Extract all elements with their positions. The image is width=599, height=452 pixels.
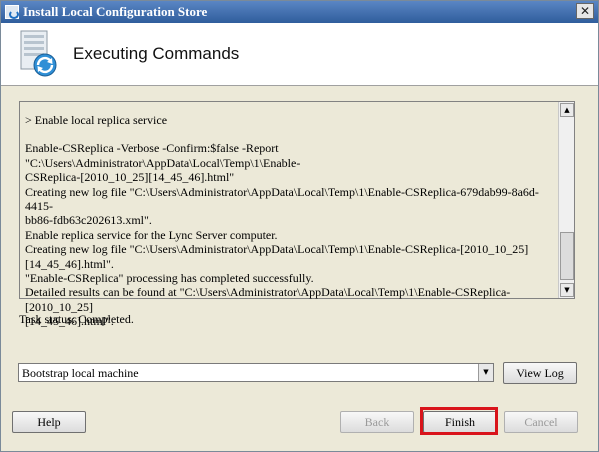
finish-button[interactable]: Finish (423, 411, 497, 433)
view-log-button[interactable]: View Log (503, 362, 577, 384)
log-line: Creating new log file "C:\Users\Administ… (25, 242, 529, 257)
install-local-config-store-window: Install Local Configuration Store ✕ Exec… (0, 0, 599, 452)
app-icon (5, 5, 19, 19)
log-line: Creating new log file "C:\Users\Administ… (25, 184, 539, 214)
scroll-down-button[interactable]: ▼ (560, 283, 574, 297)
help-button[interactable]: Help (12, 411, 86, 433)
log-line-gap (25, 127, 553, 141)
window-title: Install Local Configuration Store (23, 4, 208, 19)
title-bar[interactable]: Install Local Configuration Store ✕ (1, 1, 598, 23)
log-line: CSReplica-[2010_10_25][14_45_46].html" (25, 170, 235, 185)
wizard-header: Executing Commands (1, 23, 598, 86)
log-line: Detailed results can be found at "C:\Use… (25, 285, 511, 314)
log-line: [14_45_46].html". (25, 256, 114, 271)
scroll-thumb[interactable] (560, 232, 574, 280)
page-title: Executing Commands (73, 44, 240, 63)
command-log-text: > Enable local replica service Enable-CS… (25, 113, 553, 329)
command-log-box[interactable]: > Enable local replica service Enable-CS… (19, 101, 575, 328)
step-select-value: Bootstrap local machine (22, 366, 139, 380)
close-button[interactable]: ✕ (576, 3, 594, 19)
log-line: bb86-fdb63c202613.xml". (25, 213, 152, 228)
step-select[interactable]: Bootstrap local machine ▼ (18, 363, 494, 382)
server-sync-icon (20, 30, 57, 77)
scroll-up-button[interactable]: ▲ (560, 103, 574, 117)
log-line: > Enable local replica service (25, 113, 168, 127)
log-line: Enable-CSReplica -Verbose -Confirm:$fals… (25, 141, 301, 170)
back-button: Back (340, 411, 414, 433)
log-scrollbar[interactable]: ▲ ▼ (558, 102, 574, 298)
chevron-down-icon[interactable]: ▼ (478, 364, 493, 381)
log-line: "Enable-CSReplica" processing has comple… (25, 271, 314, 286)
task-status-label: Task status: Completed. (19, 312, 134, 326)
cancel-button: Cancel (504, 411, 578, 433)
log-line: Enable replica service for the Lync Serv… (25, 227, 278, 242)
